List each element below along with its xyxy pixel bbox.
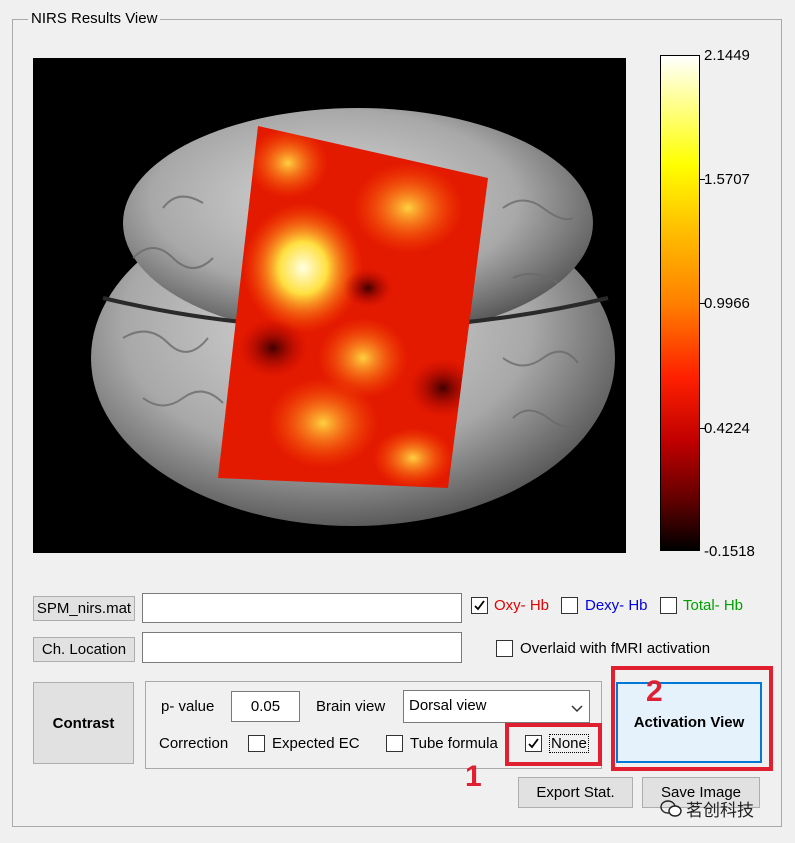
overlaid-fmri-checkbox[interactable] [496,640,513,657]
wechat-icon [660,799,682,817]
colorbar-max-label: 2.1449 [704,47,750,64]
expected-ec-checkbox[interactable] [248,735,265,752]
colorbar-tick-label: 0.9966 [704,295,750,312]
highlight-box-1 [505,723,602,766]
tube-formula-label: Tube formula [410,735,498,752]
tube-formula-checkbox[interactable] [386,735,403,752]
spm-file-field[interactable] [142,593,462,623]
brain-view-select[interactable]: Dorsal view [403,690,590,723]
colorbar [660,55,700,551]
brain-image [91,108,615,526]
dexy-hb-checkbox[interactable] [561,597,578,614]
brain-view-selected: Dorsal view [409,697,487,714]
overlaid-fmri-label: Overlaid with fMRI activation [520,640,711,657]
oxy-hb-label: Oxy- Hb [494,597,550,614]
export-stat-button[interactable]: Export Stat. [518,777,633,808]
spm-file-button[interactable]: SPM_nirs.mat [33,596,135,621]
brain-view-label: Brain view [316,698,386,715]
contrast-button[interactable]: Contrast [33,682,134,764]
annotation-marker-1: 1 [465,760,482,793]
pvalue-input[interactable]: 0.05 [231,691,300,722]
annotation-marker-2: 2 [646,675,663,708]
watermark: 茗创科技 [660,796,754,821]
watermark-text: 茗创科技 [686,801,754,820]
colorbar-tick-label: 0.4224 [704,420,750,437]
dexy-hb-label: Dexy- Hb [585,597,648,614]
expected-ec-label: Expected EC [272,735,360,752]
ch-location-field[interactable] [142,632,462,663]
highlight-box-2 [611,666,773,771]
brain-render-panel [33,58,626,553]
pvalue-label: p- value [161,698,215,715]
oxy-hb-checkbox[interactable] [471,597,488,614]
total-hb-checkbox[interactable] [660,597,677,614]
chevron-down-icon [571,700,583,717]
group-title: NIRS Results View [28,10,161,27]
check-icon [474,600,485,611]
colorbar-min-label: -0.1518 [704,543,755,560]
colorbar-tick-label: 1.5707 [704,171,750,188]
correction-label: Correction [159,735,229,752]
ch-location-button[interactable]: Ch. Location [33,637,135,662]
total-hb-label: Total- Hb [683,597,744,614]
